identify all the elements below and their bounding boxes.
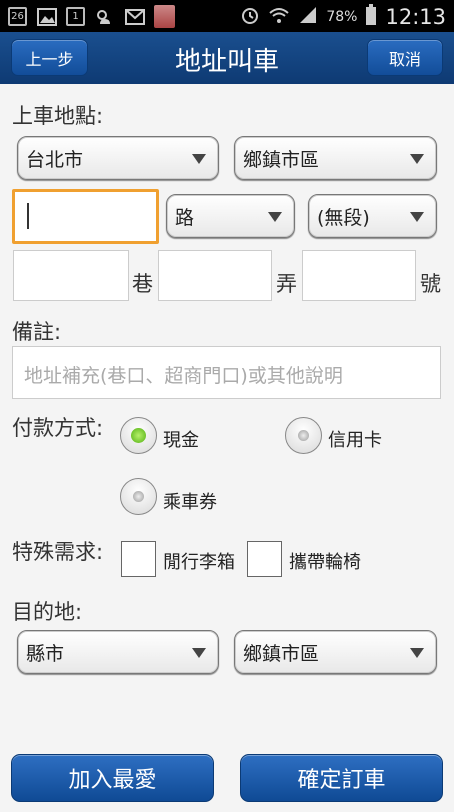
dropdown-arrow-icon [410,648,424,658]
destination-label: 目的地: [12,600,83,624]
payment-cash-radio[interactable] [120,417,157,454]
lane-input[interactable] [13,250,129,301]
alarm-icon [240,5,260,29]
lane-unit-label: 巷 [132,272,153,296]
number-unit-label: 號 [420,272,441,296]
destination-city-select[interactable]: 縣市 [17,630,219,674]
wheelchair-label: 攜帶輪椅 [289,552,361,573]
pickup-city-value: 台北市 [26,148,84,171]
street-name-input[interactable] [12,189,159,244]
payment-voucher-radio[interactable] [120,478,157,515]
pickup-label: 上車地點: [12,104,104,128]
destination-district-select[interactable]: 鄉鎮市區 [234,630,437,674]
radio-unselected-dot [133,491,144,502]
text-cursor [27,203,29,229]
section-select[interactable]: (無段) [308,194,437,238]
wheelchair-checkbox[interactable] [247,541,282,577]
confirm-booking-button[interactable]: 確定訂車 [240,754,443,802]
radio-selected-dot [131,428,146,443]
cancel-button[interactable]: 取消 [367,39,443,76]
pickup-district-value: 鄉鎮市區 [243,148,320,171]
app-header: 上一步 地址叫車 取消 [0,32,454,84]
dropdown-arrow-icon [410,154,424,164]
pickup-district-select[interactable]: 鄉鎮市區 [234,136,437,180]
dropdown-arrow-icon [268,212,282,222]
app-notification-avatar [154,5,175,28]
special-needs-label: 特殊需求: [12,540,104,564]
mail-icon [124,6,145,27]
destination-city-value: 縣市 [26,642,65,665]
clock: 12:13 [385,5,446,29]
number-input[interactable] [302,250,416,301]
luggage-checkbox[interactable] [121,541,156,577]
calendar-notification-icon: 1 [66,7,85,26]
payment-label: 付款方式: [12,416,104,440]
road-type-value: 路 [175,206,195,229]
section-value: (無段) [317,206,370,229]
payment-credit-label: 信用卡 [328,430,382,451]
dropdown-arrow-icon [410,212,424,222]
destination-district-value: 鄉鎮市區 [243,642,320,665]
weather-icon [94,6,115,27]
pickup-city-select[interactable]: 台北市 [17,136,219,180]
notes-input[interactable]: 地址補充(巷口、超商門口)或其他說明 [12,346,441,399]
status-bar: 26 1 78% 12:13 [0,0,454,32]
wifi-icon [268,5,290,29]
image-notification-icon [36,6,57,27]
luggage-label: 閒行李箱 [163,552,235,573]
dropdown-arrow-icon [192,154,206,164]
alley-unit-label: 弄 [276,272,297,296]
payment-voucher-label: 乘車券 [163,492,217,513]
battery-icon [365,4,377,30]
payment-cash-label: 現金 [163,430,199,451]
radio-unselected-dot [298,430,309,441]
dropdown-arrow-icon [192,648,206,658]
battery-percent: 78% [326,9,358,25]
add-favorite-button[interactable]: 加入最愛 [11,754,214,802]
payment-credit-radio[interactable] [285,417,322,454]
alley-input[interactable] [158,250,272,301]
road-type-select[interactable]: 路 [166,194,295,238]
signal-icon [298,5,318,29]
calendar-date-icon: 26 [8,7,27,26]
notes-label: 備註: [12,320,62,344]
